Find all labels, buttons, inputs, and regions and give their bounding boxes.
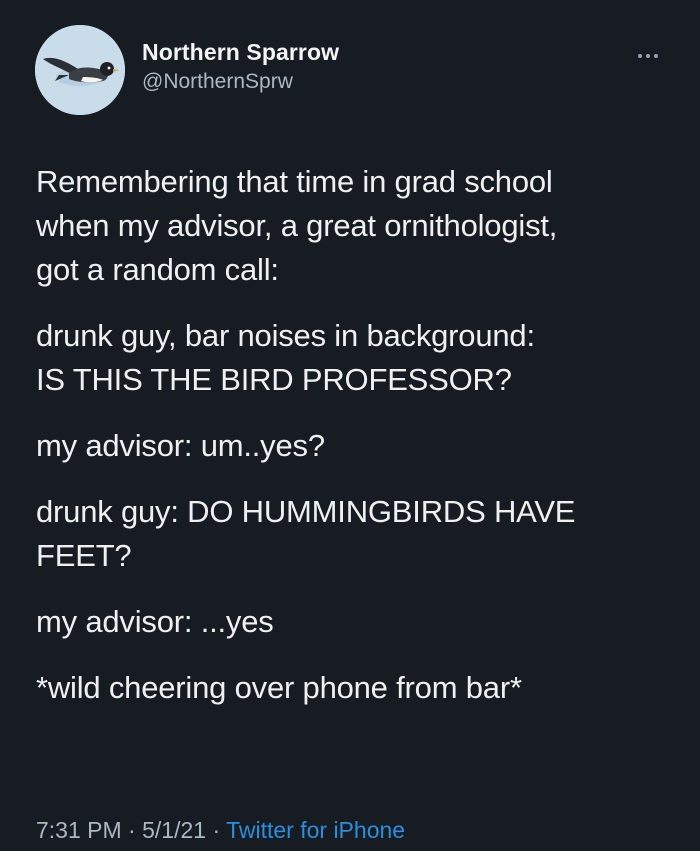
tweet-header: Northern Sparrow @NorthernSprw [35,25,670,117]
dot [654,54,658,58]
dot [646,54,650,58]
bird-avatar-icon [35,25,125,115]
author-names: Northern Sparrow @NorthernSprw [142,39,339,95]
avatar[interactable] [35,25,125,115]
author-handle[interactable]: @NorthernSprw [142,69,339,95]
tweet-paragraph: drunk guy: DO HUMMINGBIRDS HAVE FEET? [36,494,576,573]
meta-separator: · [121,817,143,843]
tweet-time[interactable]: 7:31 PM [36,817,122,843]
dot [638,54,642,58]
tweet-paragraph: Remembering that time in grad school whe… [36,164,558,287]
tweet-paragraph: my advisor: ...yes [36,604,274,639]
tweet-card: Northern Sparrow @NorthernSprw Rememberi… [0,0,700,851]
more-options-icon[interactable] [636,45,666,58]
tweet-date[interactable]: 5/1/21 [142,817,206,843]
tweet-source-link[interactable]: Twitter for iPhone [226,817,405,843]
tweet-paragraph: my advisor: um..yes? [36,428,325,463]
author-display-name[interactable]: Northern Sparrow [142,39,339,65]
tweet-paragraph: drunk guy, bar noises in background: IS … [36,318,535,397]
tweet-text: Remembering that time in grad school whe… [36,160,672,732]
meta-separator: · [206,817,227,843]
tweet-meta: 7:31 PM · 5/1/21 · Twitter for iPhone [36,816,405,844]
tweet-paragraph: *wild cheering over phone from bar* [36,670,522,705]
